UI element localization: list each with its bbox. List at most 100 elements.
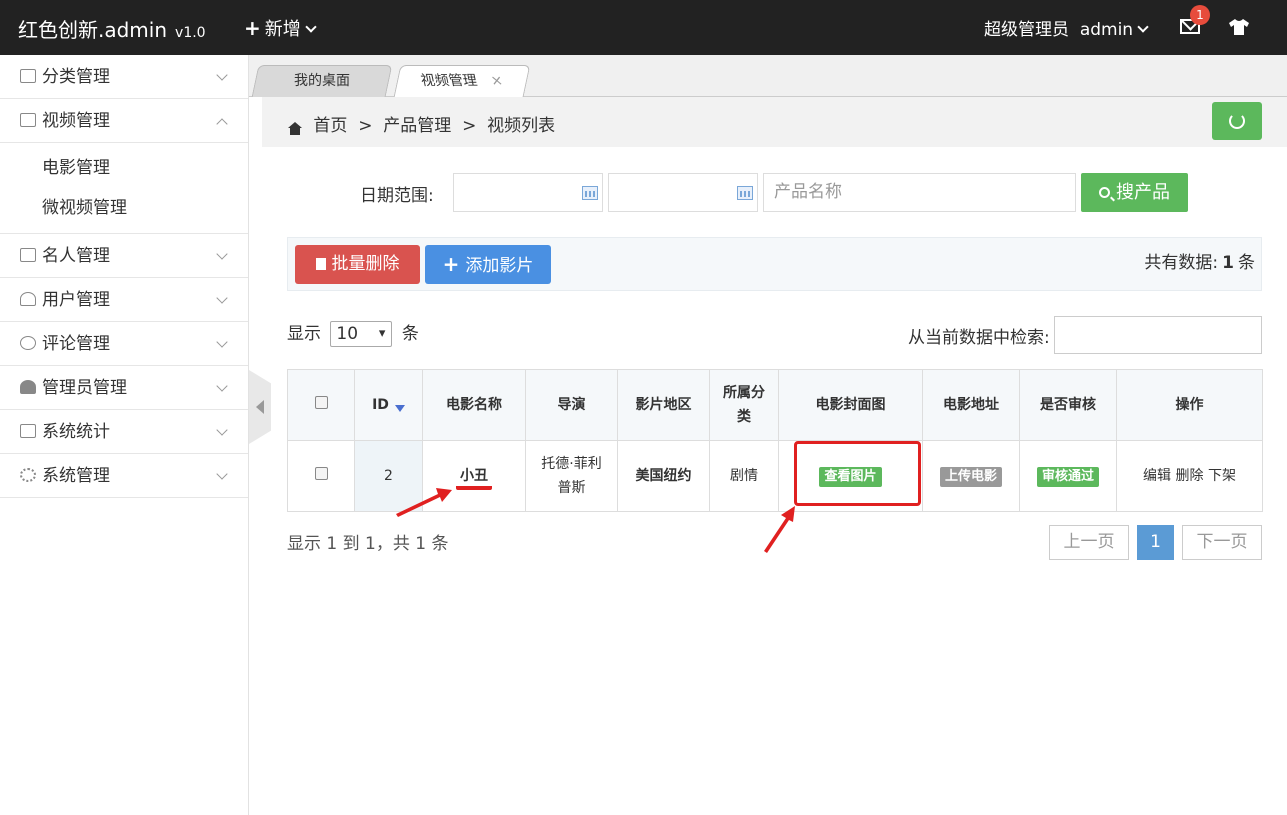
plus-icon: + — [442, 252, 460, 276]
column-header-region[interactable]: 影片地区 — [617, 369, 710, 441]
review-status-button[interactable]: 审核通过 — [1036, 467, 1099, 487]
sidebar-item-label: 系统管理 — [42, 466, 110, 486]
sidebar-item-video[interactable]: 视频管理 — [0, 99, 248, 143]
refresh-button[interactable] — [1212, 102, 1262, 140]
sidebar-item-admin[interactable]: 管理员管理 — [0, 366, 248, 410]
chevron-down-icon — [216, 292, 228, 304]
director-line-1: 托德·菲利 — [541, 456, 602, 472]
upload-movie-button[interactable]: 上传电影 — [939, 467, 1002, 487]
sidebar-subitem-micro-video[interactable]: 微视频管理 — [0, 188, 248, 228]
column-header-name[interactable]: 电影名称 — [422, 369, 526, 441]
close-icon[interactable]: × — [488, 66, 506, 96]
table-header-row: ID 电影名称 导演 影片地区 所属分 类 电影封面图 电影地址 是否审核 操作 — [287, 369, 1263, 441]
book-icon — [20, 113, 36, 127]
filter-label: 从当前数据中检索: — [908, 328, 1050, 348]
chevron-up-icon — [216, 118, 228, 130]
user-solid-icon — [20, 380, 36, 394]
date-start-input[interactable] — [453, 173, 603, 212]
tab-video-management[interactable]: 视频管理 × — [393, 65, 531, 97]
row-id: 2 — [354, 440, 423, 512]
column-header-director[interactable]: 导演 — [525, 369, 618, 441]
annotation-arrow-cover — [764, 506, 795, 553]
total-prefix: 共有数据: — [1144, 253, 1219, 273]
sidebar-collapse-toggle[interactable] — [249, 370, 271, 444]
search-icon — [1099, 187, 1110, 198]
sidebar-item-label: 系统统计 — [42, 422, 110, 442]
sidebar-item-celebrity[interactable]: 名人管理 — [0, 234, 248, 278]
app-version: v1.0 — [175, 25, 206, 41]
column-header-address[interactable]: 电影地址 — [922, 369, 1020, 441]
row-operations: 编辑 删除 下架 — [1116, 440, 1263, 512]
column-header-cover[interactable]: 电影封面图 — [778, 369, 923, 441]
breadcrumb-bar: 首页 > 产品管理 > 视频列表 — [262, 97, 1287, 147]
new-menu-button[interactable]: + 新增 — [244, 15, 317, 41]
sidebar-subitem-movie[interactable]: 电影管理 — [0, 148, 248, 188]
chevron-down-icon — [305, 21, 317, 33]
calendar-icon — [582, 186, 598, 200]
theme-shirt-icon[interactable] — [1228, 18, 1250, 36]
next-page-button[interactable]: 下一页 — [1182, 525, 1262, 560]
chevron-down-icon — [216, 380, 228, 392]
chevron-down-icon — [216, 248, 228, 260]
sidebar-item-comment[interactable]: 评论管理 — [0, 322, 248, 366]
column-header-operation: 操作 — [1116, 369, 1263, 441]
sidebar-item-label: 用户管理 — [42, 290, 110, 310]
row-director: 托德·菲利 普斯 — [525, 440, 618, 512]
header-label: ID — [372, 397, 389, 413]
add-film-button[interactable]: + 添加影片 — [425, 245, 551, 284]
search-product-button[interactable]: 搜产品 — [1081, 173, 1188, 212]
batch-delete-button[interactable]: 批量删除 — [295, 245, 420, 284]
filter-input[interactable] — [1054, 316, 1262, 354]
edit-link[interactable]: 编辑 — [1143, 468, 1171, 484]
chevron-down-icon — [1137, 21, 1149, 33]
offline-link[interactable]: 下架 — [1208, 468, 1236, 484]
sidebar-item-stats[interactable]: 系统统计 — [0, 410, 248, 454]
sidebar-item-label: 视频管理 — [42, 111, 110, 131]
row-checkbox[interactable] — [314, 467, 328, 480]
user-menu[interactable]: 超级管理员 admin — [984, 15, 1149, 40]
breadcrumb-separator: > — [462, 116, 477, 136]
chevron-down-icon — [216, 468, 228, 480]
breadcrumb: 首页 > 产品管理 > 视频列表 — [288, 111, 555, 136]
gear-icon — [20, 468, 36, 482]
tab-my-desktop[interactable]: 我的桌面 — [251, 65, 393, 97]
app-title: 红色创新.admin — [18, 18, 168, 42]
page-length-select[interactable]: 10 — [330, 321, 393, 347]
app-logo[interactable]: 红色创新.admin v1.0 — [18, 14, 206, 43]
date-end-input[interactable] — [608, 173, 758, 212]
tab-label: 我的桌面 — [294, 73, 350, 89]
breadcrumb-home[interactable]: 首页 — [313, 116, 347, 136]
user-role: 超级管理员 — [984, 20, 1069, 40]
plus-icon: + — [244, 16, 261, 40]
sidebar: 分类管理 视频管理 电影管理 微视频管理 名人管理 用户管理 评论管理 管理员管… — [0, 55, 249, 815]
row-review: 审核通过 — [1019, 440, 1117, 512]
page-length-control: 显示 10 条 — [287, 319, 419, 347]
sidebar-item-category[interactable]: 分类管理 — [0, 55, 248, 99]
product-name-input[interactable]: 产品名称 — [763, 173, 1076, 212]
prev-page-button[interactable]: 上一页 — [1049, 525, 1129, 560]
chart-icon — [20, 424, 36, 438]
new-menu-label: 新增 — [264, 19, 301, 40]
home-icon — [288, 122, 302, 135]
row-region: 美国纽约 — [617, 440, 710, 512]
row-select-cell — [287, 440, 355, 512]
column-header-id[interactable]: ID — [354, 369, 423, 441]
sidebar-item-system[interactable]: 系统管理 — [0, 454, 248, 498]
total-number: 1 — [1222, 253, 1234, 273]
table-row: 2 小丑 托德·菲利 普斯 美国纽约 剧情 查看图片 上传电影 审核通过 编辑 删… — [287, 440, 1263, 512]
user-icon — [20, 292, 36, 306]
date-range-label: 日期范围: — [360, 186, 434, 206]
sidebar-item-user[interactable]: 用户管理 — [0, 278, 248, 322]
page-1-button[interactable]: 1 — [1137, 525, 1174, 560]
select-all-checkbox[interactable] — [314, 396, 328, 409]
mail-badge: 1 — [1190, 5, 1210, 25]
length-suffix: 条 — [401, 324, 419, 344]
breadcrumb-product[interactable]: 产品管理 — [383, 116, 451, 136]
view-image-button[interactable]: 查看图片 — [819, 467, 882, 487]
search-button-label: 搜产品 — [1116, 182, 1170, 203]
delete-link[interactable]: 删除 — [1176, 468, 1204, 484]
top-bar: 红色创新.admin v1.0 + 新增 超级管理员 admin 1 — [0, 0, 1287, 55]
column-header-review[interactable]: 是否审核 — [1019, 369, 1117, 441]
total-suffix: 条 — [1238, 253, 1255, 273]
column-header-category[interactable]: 所属分 类 — [709, 369, 779, 441]
